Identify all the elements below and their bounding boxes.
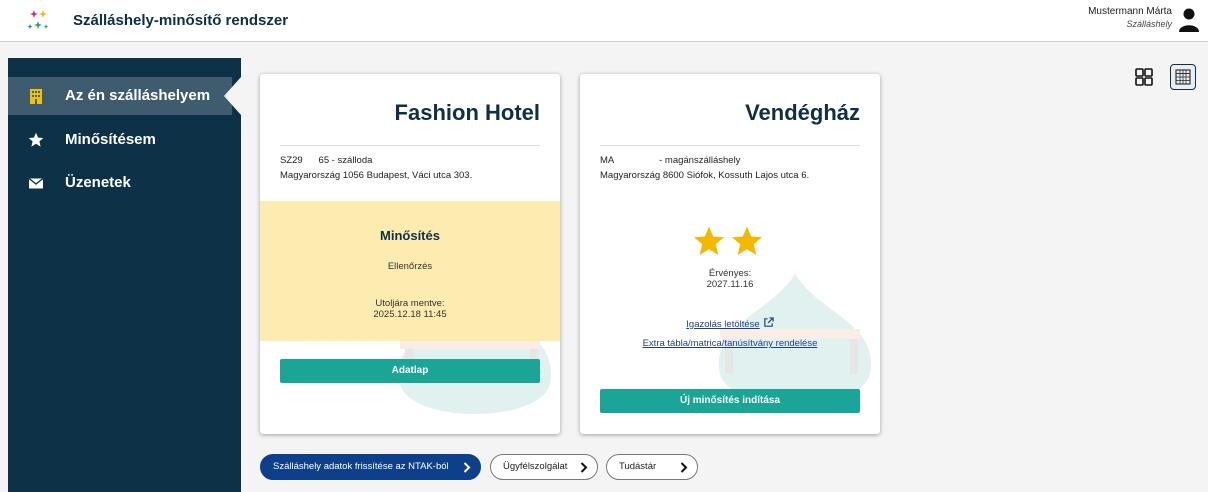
star-icon (28, 132, 44, 147)
sidebar: Az én szálláshelyem Minősítésem Üzenetek (8, 58, 241, 492)
divider (600, 145, 860, 146)
datasheet-button[interactable]: Adatlap (280, 359, 540, 383)
top-bar: Szálláshely-minősítő rendszer Mustermann… (0, 0, 1208, 42)
sidebar-item-label: Minősítésem (65, 131, 156, 148)
chevron-right-icon (463, 462, 471, 473)
ntak-refresh-button[interactable]: Szálláshely adatok frissítése az NTAK-bó… (260, 454, 481, 480)
certificate-download-label: Igazolás letöltése (686, 319, 760, 330)
registration-line: MA - magánszálláshely (600, 155, 741, 166)
building-icon (30, 89, 42, 104)
customer-service-label: Ügyfélszolgálat (503, 461, 568, 472)
user-role: Szálláshely (1126, 19, 1172, 29)
rating-stars (694, 226, 762, 255)
table-view-button[interactable] (1170, 64, 1196, 90)
last-saved-label: Utoljára mentve: (375, 298, 445, 309)
star-icon (732, 226, 762, 255)
card-title: Vendégház (745, 100, 860, 125)
customer-service-button[interactable]: Ügyfélszolgálat (490, 454, 598, 480)
accommodation-card: Fashion Hotel SZ29 65 - szálloda Magyaro… (260, 74, 560, 434)
sidebar-item-my-accommodation[interactable]: Az én szálláshelyem (8, 77, 232, 115)
address: Magyarország 1056 Budapest, Váci utca 30… (280, 170, 473, 181)
certificate-download-link[interactable]: Igazolás letöltése (580, 317, 880, 330)
new-rating-button[interactable]: Új minősítés indítása (600, 389, 860, 413)
external-link-icon (763, 317, 774, 327)
address: Magyarország 8600 Siófok, Kossuth Lajos … (600, 170, 810, 181)
extra-order-link[interactable]: Extra tábla/matrica/tanúsítvány rendelés… (580, 338, 880, 349)
rating-title: Minősítés (380, 228, 440, 243)
valid-until-label: Érvényes: (708, 268, 752, 279)
rating-status: Ellenőrzés (387, 261, 433, 272)
grid-view-icon (1135, 68, 1153, 86)
table-view-icon (1175, 69, 1191, 85)
sidebar-item-messages[interactable]: Üzenetek (8, 164, 241, 202)
envelope-icon (28, 177, 44, 189)
chevron-right-icon (580, 462, 588, 473)
divider (280, 145, 540, 146)
card-title: Fashion Hotel (394, 100, 540, 125)
grid-view-button[interactable] (1131, 64, 1157, 90)
knowledge-base-button[interactable]: Tudástár (606, 454, 698, 480)
user-info[interactable]: Mustermann Márta Szálláshely (1088, 6, 1172, 30)
valid-until-date: 2027.11.16 (706, 279, 754, 290)
rating-status-box: Minősítés Ellenőrzés Utoljára mentve: 20… (260, 201, 560, 341)
registration-line: SZ29 65 - szálloda (280, 155, 373, 166)
last-saved-date: 2025.12.18 11:45 (373, 309, 447, 320)
active-indicator (224, 77, 241, 115)
sidebar-item-my-rating[interactable]: Minősítésem (8, 121, 241, 159)
accommodation-card: Vendégház MA - magánszálláshely Magyaror… (580, 74, 880, 434)
sidebar-item-label: Az én szálláshelyem (65, 87, 211, 104)
sidebar-item-label: Üzenetek (65, 174, 131, 191)
chevron-right-icon (680, 462, 688, 473)
app-title: Szálláshely-minősítő rendszer (73, 12, 289, 29)
sparkles-logo[interactable] (26, 9, 50, 33)
knowledge-base-label: Tudástár (619, 461, 657, 472)
star-icon (694, 226, 724, 255)
ntak-refresh-label: Szálláshely adatok frissítése az NTAK-bó… (273, 461, 449, 472)
user-name: Mustermann Márta (1088, 6, 1172, 17)
user-icon[interactable] (1178, 8, 1200, 32)
